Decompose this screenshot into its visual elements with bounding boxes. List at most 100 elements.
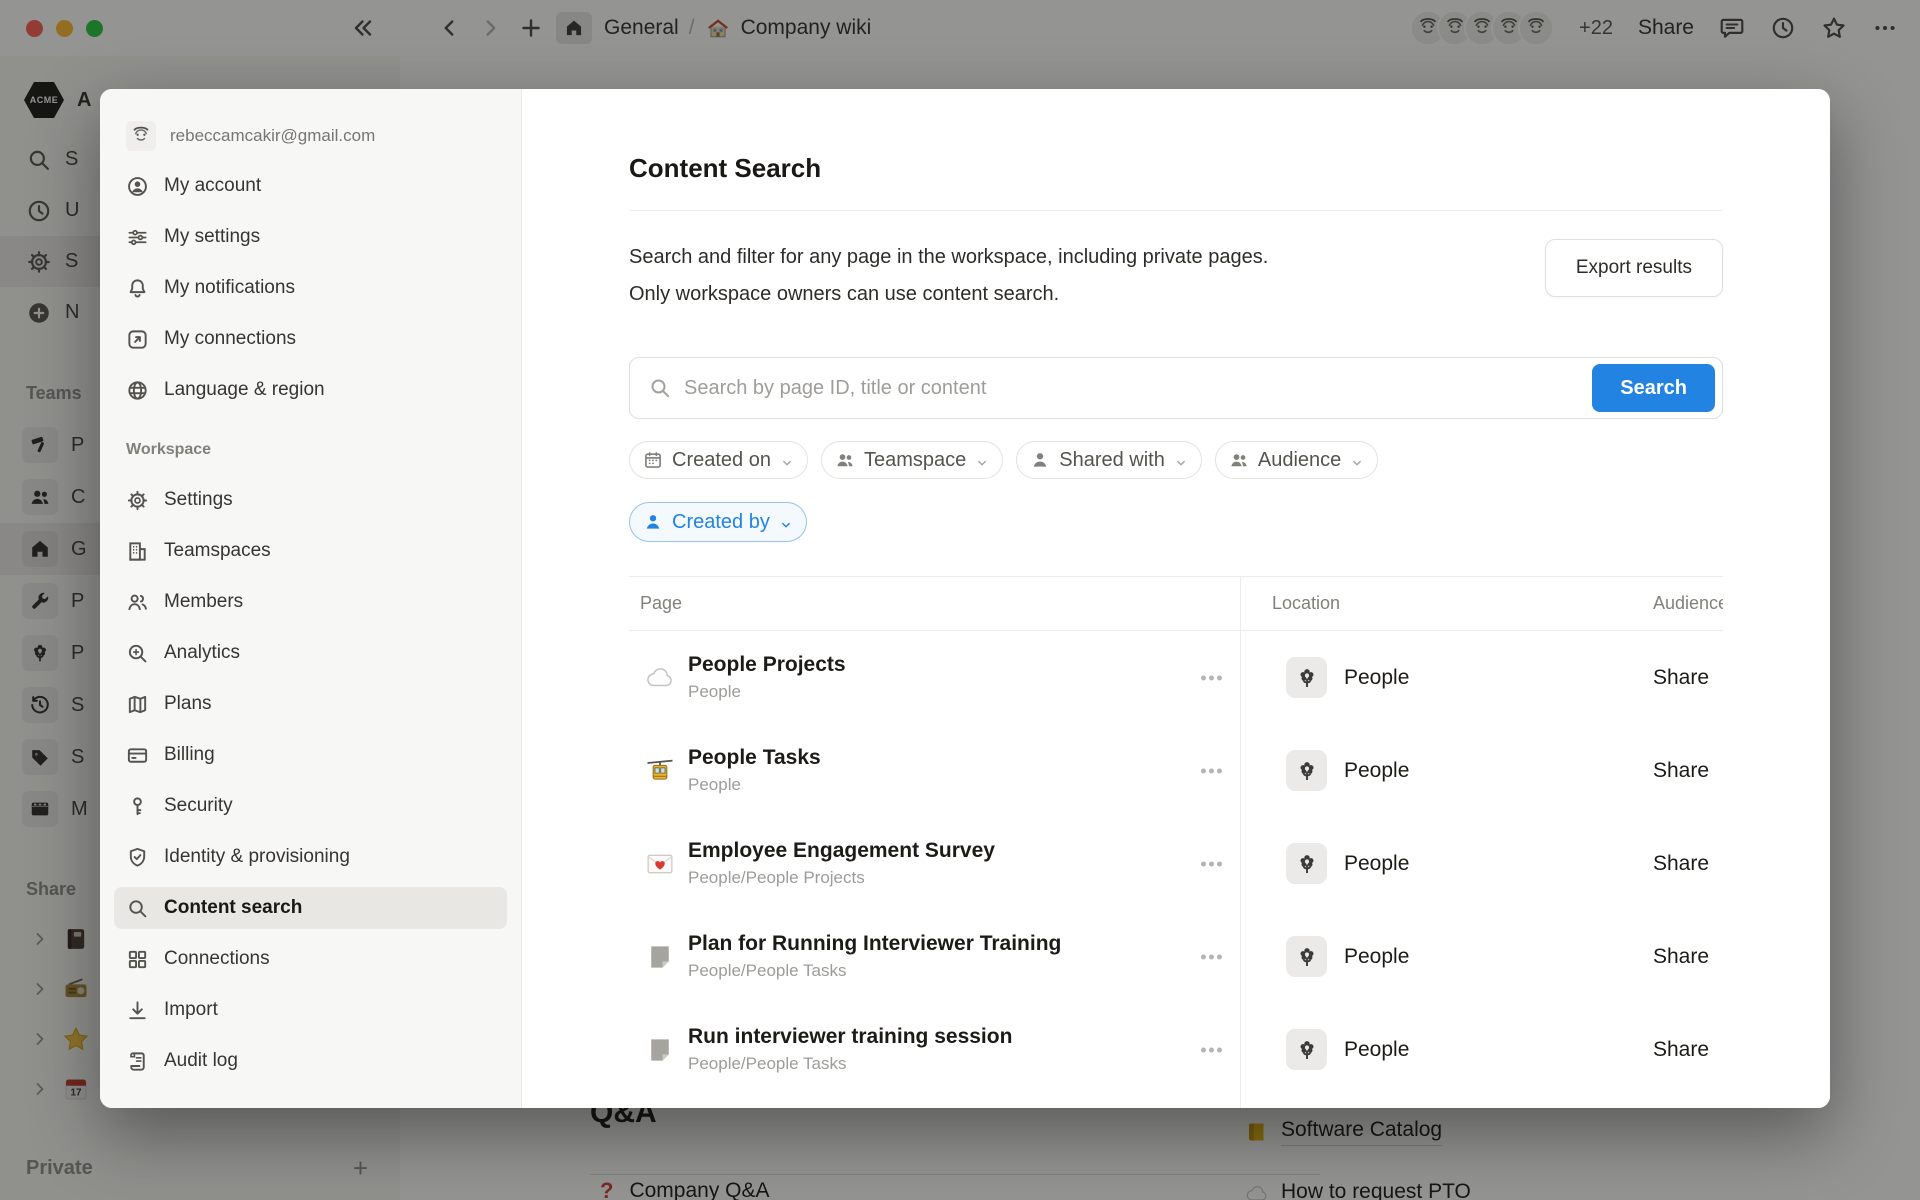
search-button[interactable]: Search [1592, 364, 1715, 412]
filter-chip[interactable]: Shared with [1016, 441, 1202, 479]
settings-nav-item-label: Security [164, 795, 233, 817]
magnifier-icon [126, 897, 149, 920]
location-cell: People [1344, 852, 1409, 876]
settings-nav-item[interactable]: My connections [114, 318, 507, 360]
export-results-button[interactable]: Export results [1545, 239, 1723, 297]
settings-nav-item-label: Language & region [164, 379, 325, 401]
settings-nav-item[interactable]: Security [114, 785, 507, 827]
teamspace-flower-icon [1286, 936, 1327, 977]
table-row[interactable]: People Projects People People Share [629, 631, 1723, 724]
row-menu-button[interactable] [1201, 954, 1222, 959]
settings-nav-item-label: Audit log [164, 1050, 238, 1072]
card-icon [126, 744, 149, 767]
bell-icon [126, 277, 149, 300]
settings-nav-item-label: Billing [164, 744, 215, 766]
page-title-cell[interactable]: Plan for Running Interviewer Training [688, 932, 1061, 956]
settings-nav-item[interactable]: Teamspaces [114, 530, 507, 572]
settings-nav-item-label: Members [164, 591, 243, 613]
settings-nav-item[interactable]: Import [114, 989, 507, 1031]
table-column-divider [1240, 577, 1241, 1108]
settings-nav-item[interactable]: My account [114, 165, 507, 207]
arrow-box-icon [126, 328, 149, 351]
teamspace-flower-icon [1286, 1029, 1327, 1070]
gear-icon [126, 489, 149, 512]
page-path: People/People Projects [688, 868, 995, 888]
teamspace-flower-icon [1286, 843, 1327, 884]
chart-search-icon [126, 642, 149, 665]
globe-icon [126, 379, 149, 402]
page-title-cell[interactable]: People Tasks [688, 746, 821, 770]
account-email: rebeccamcakir@gmail.com [170, 126, 375, 146]
filter-chip-label: Audience [1258, 449, 1341, 472]
row-menu-button[interactable] [1201, 1047, 1222, 1052]
settings-nav-item[interactable]: Analytics [114, 632, 507, 674]
shield-check-icon [126, 846, 149, 869]
account-avatar [126, 121, 156, 151]
building-icon [126, 540, 149, 563]
content-search-panel: Content Search Search and filter for any… [522, 89, 1830, 1108]
settings-nav-item-label: Import [164, 999, 218, 1021]
chevron-down-icon [779, 515, 793, 529]
chevron-down-icon [1350, 453, 1364, 467]
settings-nav-item[interactable]: Billing [114, 734, 507, 776]
settings-nav-item-label: My notifications [164, 277, 295, 299]
settings-nav-item-label: My settings [164, 226, 260, 248]
page-title-cell[interactable]: Run interviewer training session [688, 1025, 1012, 1049]
sliders-icon [126, 226, 149, 249]
settings-nav-item[interactable]: Members [114, 581, 507, 623]
audience-cell: Share [1653, 666, 1723, 690]
table-row[interactable]: Employee Engagement Survey People/People… [629, 817, 1723, 910]
grid-icon [126, 948, 149, 971]
teamspace-flower-icon [1286, 750, 1327, 791]
page-path: People/People Tasks [688, 1054, 1012, 1074]
row-menu-button[interactable] [1201, 675, 1222, 680]
settings-nav-item-label: Analytics [164, 642, 240, 664]
cloud-icon [645, 663, 675, 693]
page-icon [645, 942, 675, 972]
settings-nav-item-label: Settings [164, 489, 233, 511]
loveletter-icon [645, 849, 675, 879]
settings-nav-item[interactable]: My settings [114, 216, 507, 258]
settings-nav-item[interactable]: Connections [114, 938, 507, 980]
settings-nav-item[interactable]: Identity & provisioning [114, 836, 507, 878]
calendar-icon [643, 450, 663, 470]
table-row[interactable]: People Tasks People People Share [629, 724, 1723, 817]
column-location: Location [1240, 593, 1653, 614]
table-header: Page Location Audience [629, 576, 1723, 631]
map-icon [126, 693, 149, 716]
table-row[interactable]: Run interviewer training session People/… [629, 1003, 1723, 1096]
settings-nav-item[interactable]: Language & region [114, 369, 507, 411]
settings-nav-item[interactable]: My notifications [114, 267, 507, 309]
account-header: rebeccamcakir@gmail.com [114, 119, 507, 153]
people2-filled-icon [835, 450, 855, 470]
settings-nav-item-label: Teamspaces [164, 540, 271, 562]
person-icon [643, 512, 663, 532]
people2-filled-icon [1229, 450, 1249, 470]
page-title-cell[interactable]: People Projects [688, 653, 846, 677]
chevron-down-icon [975, 453, 989, 467]
audience-cell: Share [1653, 945, 1723, 969]
description: Search and filter for any page in the wo… [629, 239, 1268, 313]
title-divider [629, 210, 1723, 211]
settings-nav-item-label: Identity & provisioning [164, 846, 350, 868]
settings-nav-item[interactable]: Settings [114, 479, 507, 521]
settings-nav-item[interactable]: Content search [114, 887, 507, 929]
created-by-filter-chip[interactable]: Created by [629, 502, 807, 542]
search-input[interactable] [684, 377, 1580, 400]
filter-chip[interactable]: Created on [629, 441, 808, 479]
filter-chip-label: Created on [672, 449, 771, 472]
location-cell: People [1344, 759, 1409, 783]
page-path: People [688, 775, 821, 795]
location-cell: People [1344, 945, 1409, 969]
settings-nav-item-label: Plans [164, 693, 212, 715]
row-menu-button[interactable] [1201, 768, 1222, 773]
settings-nav-item[interactable]: Audit log [114, 1040, 507, 1082]
filter-chip[interactable]: Audience [1215, 441, 1378, 479]
filter-chip[interactable]: Teamspace [821, 441, 1003, 479]
row-menu-button[interactable] [1201, 861, 1222, 866]
settings-nav-item[interactable]: Plans [114, 683, 507, 725]
search-bar: Search [629, 357, 1723, 419]
audience-cell: Share [1653, 1038, 1723, 1062]
table-row[interactable]: Plan for Running Interviewer Training Pe… [629, 910, 1723, 1003]
page-title-cell[interactable]: Employee Engagement Survey [688, 839, 995, 863]
